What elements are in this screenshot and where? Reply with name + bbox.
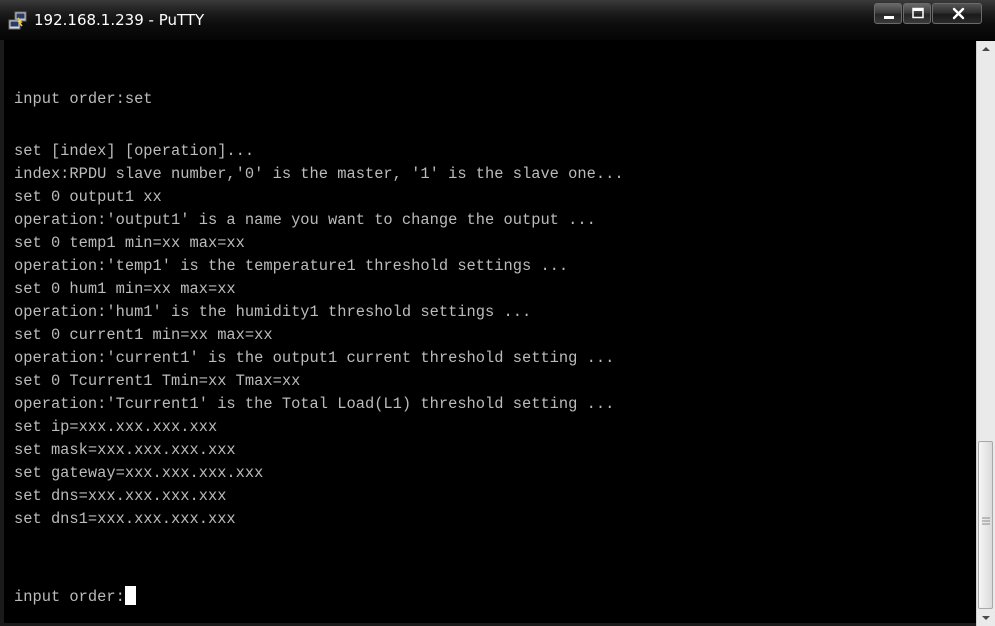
terminal-line: set [index] [operation]...: [14, 142, 255, 160]
terminal-line: operation:'output1' is a name you want t…: [14, 211, 596, 229]
scroll-up-button[interactable]: [977, 41, 995, 58]
terminal-line: operation:'Tcurrent1' is the Total Load(…: [14, 395, 615, 413]
terminal-line: set 0 Tcurrent1 Tmin=xx Tmax=xx: [14, 372, 301, 390]
arrow-up-icon: [982, 47, 990, 51]
putty-icon[interactable]: [8, 11, 28, 31]
terminal-line: set 0 output1 xx: [14, 188, 162, 206]
arrow-down-icon: [982, 616, 990, 620]
maximize-button[interactable]: [903, 3, 931, 24]
terminal-line: set dns1=xxx.xxx.xxx.xxx: [14, 510, 236, 528]
vertical-scrollbar[interactable]: [976, 41, 995, 626]
terminal-line: set 0 temp1 min=xx max=xx: [14, 234, 245, 252]
grip-icon: [982, 517, 990, 525]
terminal-line: set 0 hum1 min=xx max=xx: [14, 280, 236, 298]
scrollbar-thumb[interactable]: [978, 441, 993, 609]
scroll-down-button[interactable]: [977, 609, 995, 626]
command-prompt: input order:: [14, 588, 125, 606]
terminal-line: set dns=xxx.xxx.xxx.xxx: [14, 487, 227, 505]
close-icon: [952, 7, 965, 20]
terminal-line: input order:set: [14, 90, 153, 108]
title-bar[interactable]: 192.168.1.239 - PuTTY: [0, 0, 995, 41]
text-cursor: [124, 586, 136, 605]
minimize-icon: [884, 16, 894, 19]
putty-window: 192.168.1.239 - PuTTY input order:set se…: [0, 0, 995, 626]
terminal-area[interactable]: input order:set set [index] [operation].…: [4, 41, 976, 623]
terminal-line: set ip=xxx.xxx.xxx.xxx: [14, 418, 218, 436]
terminal-line: set 0 current1 min=xx max=xx: [14, 326, 273, 344]
minimize-button[interactable]: [874, 3, 902, 24]
maximize-icon: [912, 7, 924, 19]
terminal-line: set mask=xxx.xxx.xxx.xxx: [14, 441, 236, 459]
terminal-line: index:RPDU slave number,'0' is the maste…: [14, 165, 624, 183]
terminal-line: operation:'current1' is the output1 curr…: [14, 349, 615, 367]
terminal-line: operation:'temp1' is the temperature1 th…: [14, 257, 569, 275]
terminal-prompt-line[interactable]: input order:: [14, 586, 136, 609]
window-title: 192.168.1.239 - PuTTY: [34, 11, 205, 29]
terminal-line: set gateway=xxx.xxx.xxx.xxx: [14, 464, 264, 482]
terminal-line: operation:'hum1' is the humidity1 thresh…: [14, 303, 532, 321]
close-button[interactable]: [932, 3, 982, 24]
